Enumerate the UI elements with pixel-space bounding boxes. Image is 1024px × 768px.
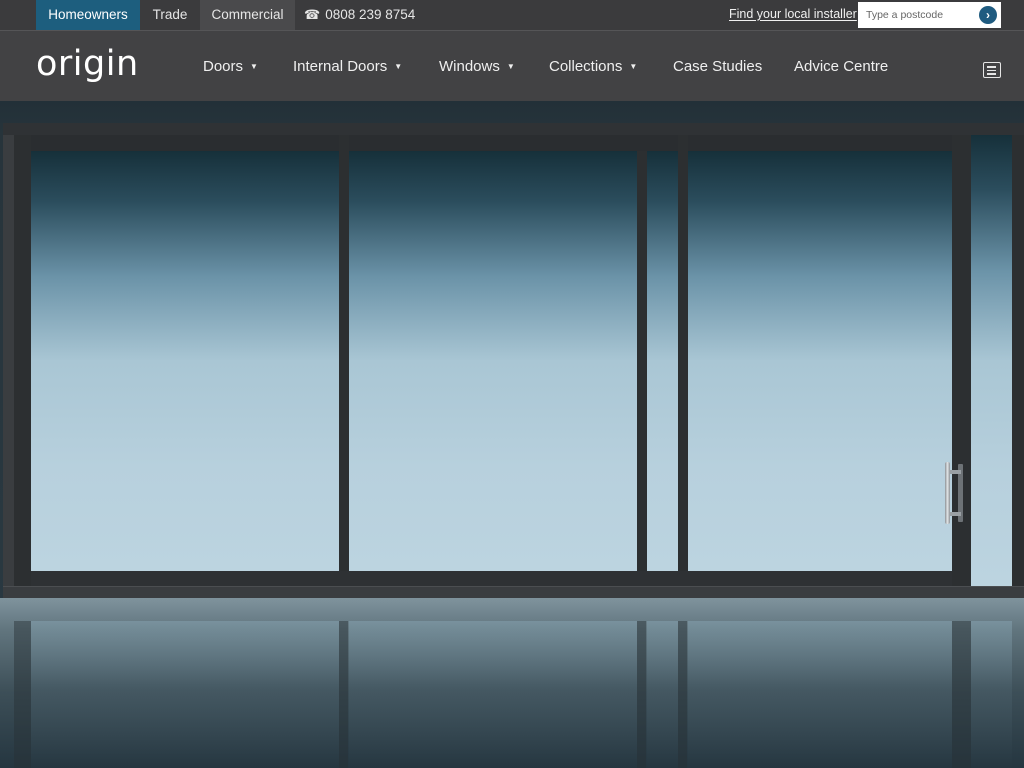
caret-down-icon: ▼ bbox=[394, 62, 403, 71]
pane-reflection bbox=[971, 621, 1012, 768]
postcode-search: › bbox=[858, 2, 1001, 28]
glass-pane bbox=[31, 151, 339, 571]
tab-commercial[interactable]: Commercial bbox=[200, 0, 295, 30]
door-frame-stile bbox=[339, 135, 349, 586]
glass-pane bbox=[688, 151, 952, 571]
door-frame-rail bbox=[31, 135, 952, 151]
frame-reflection bbox=[678, 621, 687, 768]
pane-reflection bbox=[31, 621, 339, 768]
main-navigation: origin Doors ▼ Internal Doors ▼ Windows ▼ C… bbox=[0, 30, 1024, 101]
door-frame-stile bbox=[14, 135, 31, 586]
nav-item-collections[interactable]: Collections ▼ bbox=[549, 31, 637, 101]
phone-link[interactable]: ☎ 0808 239 8754 bbox=[304, 0, 415, 30]
phone-icon: ☎ bbox=[304, 7, 321, 22]
nav-item-doors[interactable]: Doors ▼ bbox=[203, 31, 258, 101]
nav-item-advice-centre[interactable]: Advice Centre bbox=[794, 31, 888, 101]
door-sill bbox=[3, 586, 1024, 598]
glass-pane bbox=[971, 135, 1012, 587]
nav-item-label: Windows bbox=[439, 58, 500, 75]
door-frame-stile bbox=[678, 135, 688, 586]
find-installer-link[interactable]: Find your local installer bbox=[729, 0, 857, 30]
top-utility-bar: Homeowners Trade Commercial ☎ 0808 239 87… bbox=[0, 0, 1024, 30]
door-handle bbox=[945, 462, 963, 524]
pane-reflection bbox=[349, 621, 637, 768]
nav-item-label: Collections bbox=[549, 58, 623, 75]
frame-reflection bbox=[14, 621, 31, 768]
nav-item-case-studies[interactable]: Case Studies bbox=[673, 31, 762, 101]
caret-down-icon: ▼ bbox=[506, 62, 515, 71]
tab-trade[interactable]: Trade bbox=[140, 0, 200, 30]
pane-reflection bbox=[688, 621, 952, 768]
frame-reflection bbox=[952, 621, 971, 768]
door-frame-rail bbox=[31, 571, 952, 586]
nav-item-label: Case Studies bbox=[673, 58, 763, 75]
caret-down-icon: ▼ bbox=[250, 62, 258, 71]
hamburger-menu-icon[interactable] bbox=[983, 62, 1001, 78]
pane-reflection bbox=[647, 621, 678, 768]
origin-logo[interactable]: origin bbox=[36, 44, 139, 84]
glass-pane bbox=[647, 151, 678, 571]
nav-item-label: Internal Doors bbox=[293, 58, 388, 75]
nav-item-windows[interactable]: Windows ▼ bbox=[439, 31, 515, 101]
door-frame-head bbox=[3, 123, 1024, 135]
caret-down-icon: ▼ bbox=[629, 62, 638, 71]
door-frame-stile bbox=[1012, 135, 1024, 586]
nav-item-label: Advice Centre bbox=[794, 58, 889, 75]
nav-item-label: Doors bbox=[203, 58, 244, 75]
nav-item-internal-doors[interactable]: Internal Doors ▼ bbox=[293, 31, 402, 101]
chevron-right-icon[interactable]: › bbox=[979, 6, 997, 24]
postcode-input[interactable] bbox=[858, 2, 976, 28]
hero-banner-image bbox=[0, 101, 1024, 768]
tab-homeowners[interactable]: Homeowners bbox=[36, 0, 140, 30]
frame-reflection bbox=[339, 621, 348, 768]
frame-reflection bbox=[637, 621, 646, 768]
phone-number: 0808 239 8754 bbox=[325, 7, 416, 22]
door-frame-stile bbox=[637, 151, 647, 571]
glass-pane bbox=[349, 151, 637, 571]
